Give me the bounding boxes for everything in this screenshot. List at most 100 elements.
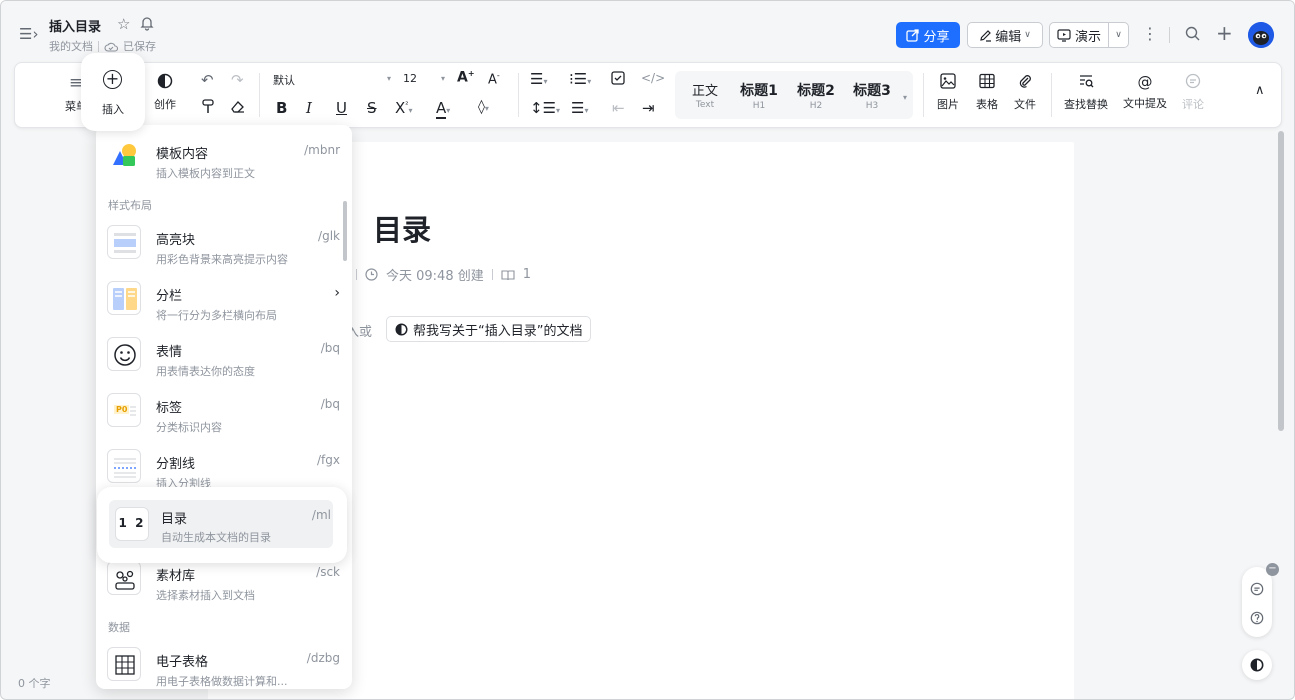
clear-format-eraser-icon[interactable] xyxy=(230,100,245,114)
line-spacing-icon[interactable]: ↕☰▾ xyxy=(530,99,560,117)
menu-item-title: 标签 xyxy=(156,401,183,416)
search-icon[interactable] xyxy=(1185,26,1200,41)
italic-icon[interactable]: I xyxy=(306,99,312,117)
menu-item-title: 高亮块 xyxy=(156,233,196,248)
collapse-panel-minus-icon[interactable]: − xyxy=(1266,563,1279,576)
menu-item-toc[interactable]: 1 2 目录 自动生成本文档的目录 /ml xyxy=(109,500,333,548)
page-scrollbar[interactable] xyxy=(1278,131,1284,431)
ai-write-suggestion-button[interactable]: 帮我写关于“插入目录”的文档 xyxy=(386,316,592,342)
menu-item-shortcut: /mbnr xyxy=(304,143,340,157)
menu-item-divider[interactable]: 分割线 插入分割线 /fgx xyxy=(96,435,352,491)
insert-image-button[interactable]: 图片 xyxy=(933,73,963,112)
paperclip-icon xyxy=(1017,73,1033,89)
decrease-font-size-icon[interactable]: A- xyxy=(488,71,500,87)
numbered-list-icon[interactable]: ⁝☰▾ xyxy=(569,70,591,88)
spreadsheet-icon xyxy=(107,647,141,681)
more-options-icon[interactable]: ⋮ xyxy=(1142,24,1158,43)
editor-toolbar: ≡ 菜单 创作 ↶ ↷ 默认 ▾ 12 ▾ A+ A- B I U S X²▾ … xyxy=(14,62,1282,128)
menu-item-shortcut: /bq xyxy=(320,397,340,411)
divider xyxy=(491,269,493,280)
align-icon[interactable]: ☰▾ xyxy=(571,99,588,117)
format-painter-icon[interactable] xyxy=(201,99,215,114)
create-button[interactable]: 创作 xyxy=(143,73,187,112)
style-h1-button[interactable]: 标题1 H1 xyxy=(731,80,787,111)
font-family-select[interactable]: 默认 ▾ xyxy=(273,72,391,90)
avatar[interactable] xyxy=(1248,22,1274,48)
menu-item-title: 分割线 xyxy=(156,457,196,472)
superscript-icon[interactable]: X²▾ xyxy=(395,99,413,117)
toolbar-divider xyxy=(518,73,519,117)
image-icon xyxy=(940,73,956,89)
sidebar-expand-icon[interactable]: ☰› xyxy=(19,25,38,43)
ai-assistant-icon xyxy=(1250,658,1264,672)
menu-item-highlight-block[interactable]: 高亮块 用彩色背景来高亮提示内容 /glk xyxy=(96,211,352,267)
table-label: 表格 xyxy=(976,98,998,111)
menu-item-emoji[interactable]: 表情 用表情表达你的态度 /bq xyxy=(96,323,352,379)
menu-item-toc-highlight: 1 2 目录 自动生成本文档的目录 /ml xyxy=(97,487,347,563)
outdent-icon[interactable]: ⇤ xyxy=(612,99,625,117)
view-count: 1 xyxy=(522,267,532,282)
underline-icon[interactable]: U xyxy=(336,99,347,117)
chevron-right-icon: › xyxy=(334,285,340,301)
mention-button[interactable]: @ 文中提及 xyxy=(1119,73,1171,111)
toolbar-divider xyxy=(923,73,924,117)
menu-item-template[interactable]: 模板内容 插入模板内容到正文 /mbnr xyxy=(96,125,352,181)
columns-icon xyxy=(107,281,141,315)
code-block-icon[interactable]: </> xyxy=(641,71,665,85)
style-text-button[interactable]: 正文 Text xyxy=(677,80,733,110)
divider xyxy=(356,269,357,280)
insert-menu: 模板内容 插入模板内容到正文 /mbnr 样式布局 高亮块 用彩色背景来高亮提示… xyxy=(96,125,352,689)
present-button[interactable]: 演示 ∨ xyxy=(1049,22,1129,48)
undo-icon[interactable]: ↶ xyxy=(201,71,214,89)
collapse-toolbar-chevron-up-icon[interactable]: ∧ xyxy=(1255,83,1265,98)
menu-item-desc: 用电子表格做数据计算和... xyxy=(156,675,288,688)
share-icon xyxy=(906,28,920,42)
document-title[interactable]: 插入目录 xyxy=(49,16,101,35)
increase-font-size-icon[interactable]: A+ xyxy=(457,69,475,86)
help-question-icon[interactable] xyxy=(1250,611,1264,625)
redo-icon[interactable]: ↷ xyxy=(231,71,244,89)
ai-assistant-icon xyxy=(395,322,408,336)
indent-icon[interactable]: ⇥ xyxy=(642,99,655,117)
bell-icon[interactable] xyxy=(140,16,154,31)
breadcrumb-folder[interactable]: 我的文档 xyxy=(49,38,93,54)
document-heading[interactable]: 目录 xyxy=(373,207,431,249)
template-icon xyxy=(107,139,141,173)
font-color-icon[interactable]: A▾ xyxy=(436,99,450,119)
comments-panel-icon[interactable] xyxy=(1250,582,1264,596)
ai-assistant-button[interactable] xyxy=(1242,650,1272,680)
star-icon[interactable]: ☆ xyxy=(117,15,130,33)
font-family-value: 默认 xyxy=(273,74,295,87)
menu-scrollbar[interactable] xyxy=(343,201,347,261)
insert-table-button[interactable]: 表格 xyxy=(972,73,1002,112)
divider xyxy=(1169,27,1170,43)
edit-label: 编辑 xyxy=(995,29,1022,45)
present-dropdown-chevron-icon[interactable]: ∨ xyxy=(1108,23,1128,47)
bold-icon[interactable]: B xyxy=(276,99,287,117)
comment-button[interactable]: 评论 xyxy=(1178,73,1208,112)
bullet-list-icon[interactable]: ☰▾ xyxy=(530,70,547,88)
font-size-select[interactable]: 12 ▾ xyxy=(403,72,445,90)
menu-item-shortcut: /dzbg xyxy=(306,651,340,665)
comment-label: 评论 xyxy=(1182,98,1204,111)
style-sub: H3 xyxy=(865,101,879,111)
style-expand-caret-icon[interactable]: ▾ xyxy=(903,93,907,102)
menu-item-desc: 插入模板内容到正文 xyxy=(156,167,255,180)
menu-item-desc: 用表情表达你的态度 xyxy=(156,365,255,378)
task-list-checkbox-icon[interactable] xyxy=(611,71,625,85)
menu-item-columns[interactable]: 分栏 将一行分为多栏横向布局 › xyxy=(96,267,352,323)
find-replace-button[interactable]: 查找替换 xyxy=(1060,73,1112,112)
new-document-plus-icon[interactable]: + xyxy=(1216,23,1233,43)
menu-item-spreadsheet[interactable]: 电子表格 用电子表格做数据计算和... /dzbg xyxy=(96,633,352,689)
style-h3-button[interactable]: 标题3 H3 xyxy=(844,80,900,111)
highlight-color-icon[interactable]: ◊▾ xyxy=(478,99,489,115)
share-button[interactable]: 分享 xyxy=(896,22,960,48)
edit-mode-button[interactable]: 编辑 ∨ xyxy=(967,22,1043,48)
style-h2-button[interactable]: 标题2 H2 xyxy=(788,80,844,111)
app-window: ☰› 插入目录 ☆ 我的文档 已保存 分享 编辑 ∨ 演示 ∨ ⋮ + ≡ 菜单… xyxy=(0,0,1295,700)
strikethrough-icon[interactable]: S xyxy=(367,99,377,117)
insert-file-button[interactable]: 文件 xyxy=(1010,73,1040,112)
at-sign-icon: @ xyxy=(1137,73,1153,91)
menu-item-tag[interactable]: P0 标签 分类标识内容 /bq xyxy=(96,379,352,435)
insert-button[interactable]: + 插入 xyxy=(81,53,145,131)
